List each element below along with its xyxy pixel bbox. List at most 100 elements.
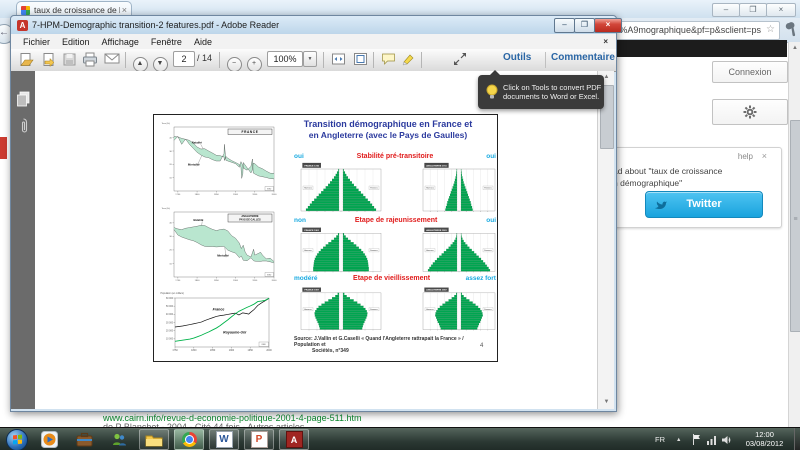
browser-scroll-thumb[interactable]: ≡ <box>790 120 800 332</box>
reader-scrollbar[interactable]: ▲ ▼ <box>597 71 614 409</box>
svg-text:40: 40 <box>169 223 172 225</box>
taskbar-word[interactable]: W <box>209 429 239 450</box>
reader-title-bar[interactable]: A 7-HPM-Demographic transition-2 feature… <box>11 16 616 34</box>
show-desktop-button[interactable] <box>794 428 800 450</box>
chart-france-rates: 10203040175018001850190019502000Taux (‰)… <box>160 120 278 204</box>
zoom-in-button[interactable]: + <box>245 52 263 68</box>
connexion-button[interactable]: Connexion <box>712 61 788 83</box>
menu-aide[interactable]: Aide <box>194 37 212 47</box>
help-close-icon[interactable]: × <box>762 151 767 161</box>
tray-language[interactable]: FR <box>655 428 665 450</box>
svg-text:ANGLETERRE 1997: ANGLETERRE 1997 <box>426 289 447 292</box>
tab-favicon <box>21 6 30 15</box>
reader-restore-button[interactable]: ❐ <box>574 18 595 33</box>
wrench-menu-icon[interactable] <box>783 21 796 38</box>
svg-text:Femmes: Femmes <box>484 309 491 311</box>
highlight-button[interactable] <box>399 52 417 68</box>
browser-scrollbar[interactable]: ▲ ≡ <box>788 42 800 427</box>
comment-bubble-button[interactable] <box>379 52 397 68</box>
network-icon[interactable] <box>707 428 717 450</box>
svg-text:20 000: 20 000 <box>166 330 174 332</box>
tools-pane-button[interactable]: Outils <box>503 52 531 63</box>
browser-minimize-button[interactable]: – <box>712 3 740 17</box>
help-link[interactable]: help <box>738 152 753 161</box>
action-center-flag-icon[interactable] <box>692 428 701 450</box>
svg-text:France: France <box>213 308 225 312</box>
document-close-icon[interactable]: × <box>603 37 608 46</box>
svg-text:1850: 1850 <box>210 349 216 352</box>
tab-close-icon[interactable]: × <box>122 5 127 15</box>
menu-edition[interactable]: Edition <box>62 37 90 47</box>
pdf-app-icon: A <box>17 20 28 31</box>
twitter-button[interactable]: Twitter <box>645 191 763 218</box>
powerpoint-icon: P <box>256 434 263 445</box>
tray-hidden-icons[interactable]: ▲ <box>676 428 681 450</box>
reader-scroll-down-icon[interactable]: ▼ <box>598 396 614 409</box>
expand-panes-button[interactable] <box>451 52 469 68</box>
svg-text:INED: INED <box>262 344 267 346</box>
svg-text:ANGLETERRE 1751: ANGLETERRE 1751 <box>426 165 447 168</box>
pyramid-england-1901: ANGLETERRE 1901HommesFemmes <box>420 225 498 276</box>
comment-pane-button[interactable]: Commentaire <box>551 52 615 63</box>
svg-text:1950: 1950 <box>252 194 258 196</box>
svg-text:Femmes: Femmes <box>370 250 377 252</box>
menu-fenetre[interactable]: Fenêtre <box>151 37 182 47</box>
taskbar-explorer[interactable] <box>139 429 169 450</box>
svg-text:Royaume-Uni: Royaume-Uni <box>223 331 247 335</box>
page-thumbnails-icon[interactable] <box>16 91 31 108</box>
reader-minimize-button[interactable]: – <box>554 18 575 33</box>
slide-title: Transition démographique en France et en… <box>280 119 496 140</box>
volume-icon[interactable] <box>722 428 733 450</box>
taskbar-briefcase-app[interactable] <box>69 429 99 450</box>
save-as-button[interactable] <box>39 52 57 68</box>
browser-close-button[interactable]: × <box>766 3 796 17</box>
svg-text:60 000: 60 000 <box>166 298 174 300</box>
zoom-dropdown-icon[interactable]: ▼ <box>303 51 317 67</box>
taskbar-adobe-reader[interactable]: A <box>279 429 309 450</box>
bookmark-star-icon[interactable]: ☆ <box>766 24 775 35</box>
pyramid-england-1751: ANGLETERRE 1751HommesFemmes <box>420 160 498 216</box>
tooltip-text: Click on Tools to convert PDF documents … <box>503 83 601 101</box>
svg-text:1900: 1900 <box>233 280 239 282</box>
taskbar-powerpoint[interactable]: P <box>244 429 274 450</box>
start-button[interactable] <box>2 429 32 450</box>
menu-fichier[interactable]: Fichier <box>23 37 50 47</box>
svg-text:Mortalité: Mortalité <box>217 254 229 258</box>
svg-text:1750: 1750 <box>172 349 178 352</box>
svg-text:Natalité: Natalité <box>193 218 204 222</box>
svg-text:10: 10 <box>169 263 172 265</box>
scroll-up-icon[interactable]: ▲ <box>789 42 800 54</box>
folder-icon <box>145 433 163 447</box>
zoom-level-input[interactable]: 100% <box>267 51 303 67</box>
fit-width-button[interactable] <box>329 52 347 68</box>
slide-page-number: 4 <box>480 343 483 349</box>
taskbar-media-player[interactable] <box>34 429 64 450</box>
tray-clock[interactable]: 12:00 03/08/2012 <box>737 430 792 448</box>
email-button[interactable] <box>103 52 121 68</box>
settings-gear-button[interactable] <box>712 99 788 125</box>
next-page-button[interactable]: ▼ <box>151 52 169 68</box>
taskbar-chrome[interactable] <box>174 429 204 450</box>
zoom-out-button[interactable]: − <box>225 52 243 68</box>
save-button[interactable] <box>60 52 78 68</box>
svg-text:50 000: 50 000 <box>166 306 174 308</box>
fit-page-button[interactable] <box>351 52 369 68</box>
word-icon: W <box>219 434 228 445</box>
svg-text:1900: 1900 <box>233 194 239 196</box>
browser-restore-button[interactable]: ❐ <box>739 3 767 17</box>
svg-text:Taux (‰): Taux (‰) <box>162 123 171 125</box>
menu-affichage[interactable]: Affichage <box>102 37 139 47</box>
open-file-button[interactable] <box>17 52 35 68</box>
taskbar-messenger[interactable] <box>104 429 134 450</box>
messenger-icon <box>111 432 127 448</box>
print-button[interactable] <box>81 52 99 68</box>
attachments-paperclip-icon[interactable] <box>17 117 30 136</box>
page-number-input[interactable]: 2 <box>173 51 195 67</box>
reader-close-button[interactable]: × <box>594 18 622 33</box>
reader-nav-pane <box>11 71 35 409</box>
svg-text:PAYS DE GALLES: PAYS DE GALLES <box>239 219 261 222</box>
google-black-bar <box>606 40 787 57</box>
svg-text:Femmes: Femmes <box>484 250 491 252</box>
previous-page-button[interactable]: ▲ <box>131 52 149 68</box>
svg-text:1750: 1750 <box>175 194 181 196</box>
